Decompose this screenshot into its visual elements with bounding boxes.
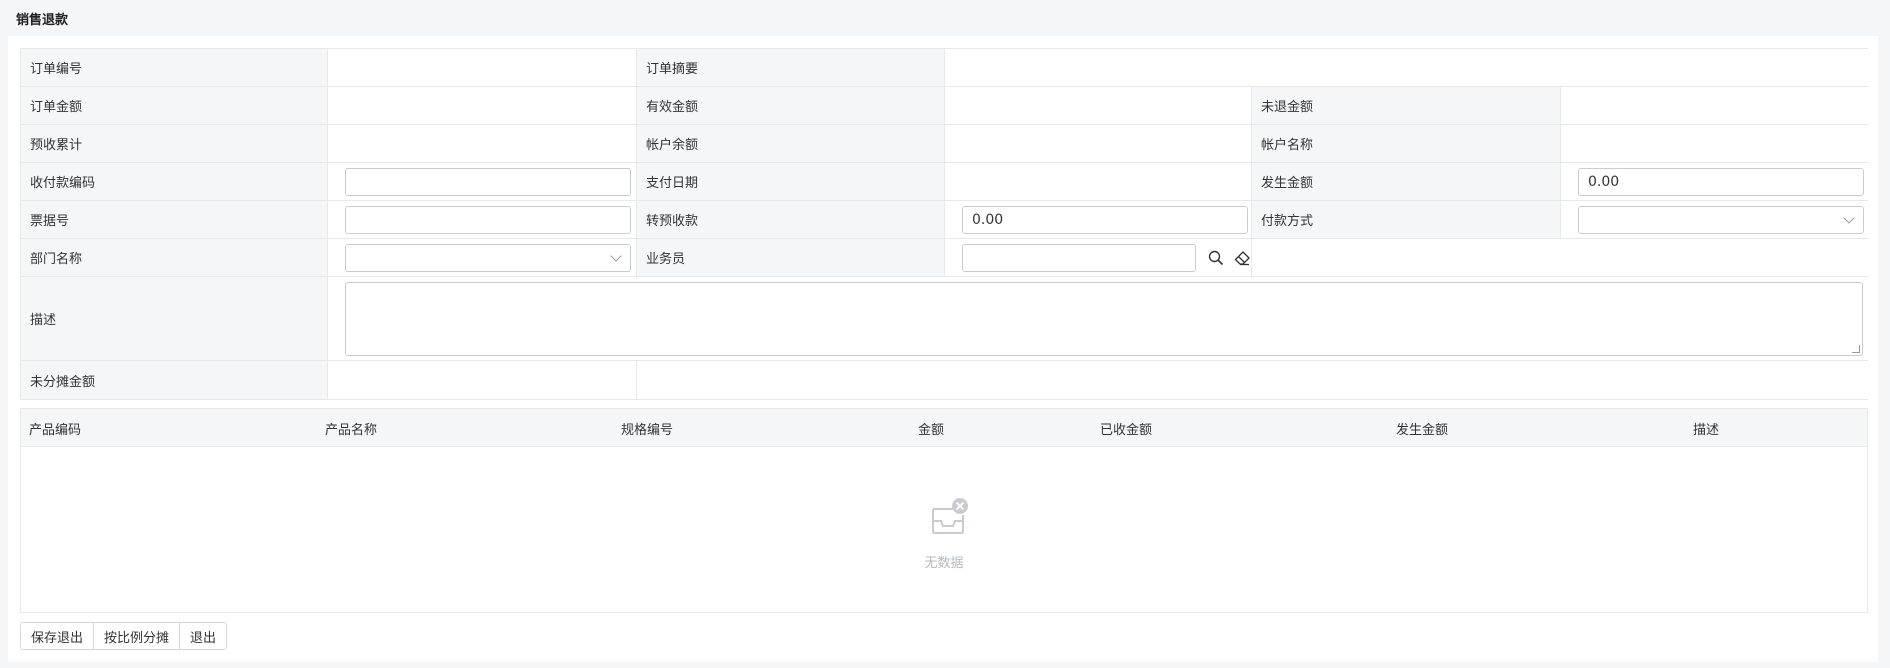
- empty-state: 无数据: [21, 447, 1867, 613]
- chevron-down-icon: [1843, 212, 1855, 224]
- account-balance-label: 帐户余额: [637, 125, 945, 162]
- salesman-label: 业务员: [637, 239, 945, 276]
- unallocated-value: [328, 361, 637, 399]
- prepaid-total-label: 预收累计: [21, 125, 328, 162]
- department-cell: [328, 239, 637, 276]
- occur-amount-label: 发生金额: [1252, 163, 1561, 200]
- department-select[interactable]: [345, 244, 631, 272]
- account-name-value: [1561, 125, 1869, 162]
- payment-method-select[interactable]: [1578, 206, 1864, 234]
- column-header[interactable]: 发生金额: [1396, 419, 1448, 438]
- empty-cell: [1252, 239, 1869, 276]
- form-row: 描述: [21, 277, 1869, 361]
- search-icon[interactable]: [1206, 248, 1226, 268]
- salesman-input[interactable]: [962, 244, 1196, 272]
- form-row: 订单编号 订单摘要: [21, 49, 1869, 87]
- eraser-icon[interactable]: [1232, 248, 1252, 268]
- action-buttons: 保存退出 按比例分摊 退出: [20, 622, 228, 650]
- column-header[interactable]: 金额: [918, 419, 944, 438]
- page-title: 销售退款: [16, 13, 69, 28]
- transfer-prepaid-label: 转预收款: [637, 201, 945, 238]
- transfer-prepaid-cell: 0.00: [945, 201, 1252, 238]
- column-header[interactable]: 已收金额: [1100, 419, 1152, 438]
- valid-amount-value: [945, 87, 1252, 124]
- order-no-value: [328, 49, 637, 86]
- grid-header: 产品编码 产品名称 规格编号 金额 已收金额 发生金额 描述: [21, 409, 1867, 447]
- account-name-label: 帐户名称: [1252, 125, 1561, 162]
- occur-amount-input[interactable]: 0.00: [1578, 168, 1864, 196]
- exit-button[interactable]: 退出: [179, 622, 228, 650]
- title-bar: 销售退款: [0, 0, 1890, 34]
- bill-no-input[interactable]: [345, 206, 631, 234]
- payment-method-label: 付款方式: [1252, 201, 1561, 238]
- form-row: 订单金额 有效金额 未退金额: [21, 87, 1869, 125]
- column-header[interactable]: 规格编号: [621, 419, 673, 438]
- transfer-prepaid-input[interactable]: 0.00: [962, 206, 1248, 234]
- order-summary-label: 订单摘要: [637, 49, 945, 86]
- bill-no-label: 票据号: [21, 201, 328, 238]
- payment-date-label: 支付日期: [637, 163, 945, 200]
- prepaid-total-value: [328, 125, 637, 162]
- refund-form: 订单编号 订单摘要 订单金额 有效金额 未退金额 预收累计 帐户余额 帐户名称 …: [20, 48, 1869, 400]
- save-exit-button[interactable]: 保存退出: [20, 622, 95, 650]
- payment-date-value[interactable]: [945, 163, 1252, 200]
- empty-cell: [637, 361, 1869, 399]
- description-label: 描述: [21, 277, 328, 360]
- empty-text: 无数据: [924, 556, 964, 571]
- unrefunded-amount-label: 未退金额: [1252, 87, 1561, 124]
- empty-inbox-icon: [932, 498, 968, 534]
- description-cell: [328, 277, 1869, 360]
- order-amount-label: 订单金额: [21, 87, 328, 124]
- order-amount-value: [328, 87, 637, 124]
- department-label: 部门名称: [21, 239, 328, 276]
- unallocated-label: 未分摊金额: [21, 361, 328, 399]
- order-summary-value: [945, 49, 1869, 86]
- payment-code-cell: [328, 163, 637, 200]
- form-row: 部门名称 业务员: [21, 239, 1869, 277]
- payment-method-cell: [1561, 201, 1869, 238]
- payment-code-label: 收付款编码: [21, 163, 328, 200]
- form-row: 票据号 转预收款 0.00 付款方式: [21, 201, 1869, 239]
- form-row: 未分摊金额: [21, 361, 1869, 399]
- column-header[interactable]: 产品编码: [29, 419, 81, 438]
- occur-amount-cell: 0.00: [1561, 163, 1869, 200]
- account-balance-value: [945, 125, 1252, 162]
- valid-amount-label: 有效金额: [637, 87, 945, 124]
- form-row: 收付款编码 支付日期 发生金额 0.00: [21, 163, 1869, 201]
- description-textarea[interactable]: [345, 282, 1863, 356]
- unrefunded-amount-value: [1561, 87, 1869, 124]
- chevron-down-icon: [610, 250, 622, 262]
- resize-handle-icon[interactable]: [1852, 345, 1860, 353]
- column-header[interactable]: 描述: [1693, 419, 1719, 438]
- product-grid: 产品编码 产品名称 规格编号 金额 已收金额 发生金额 描述 无数据: [20, 408, 1868, 613]
- allocate-by-ratio-button[interactable]: 按比例分摊: [93, 622, 181, 650]
- payment-code-input[interactable]: [345, 168, 631, 196]
- order-no-label: 订单编号: [21, 49, 328, 86]
- column-header[interactable]: 产品名称: [325, 419, 377, 438]
- form-row: 预收累计 帐户余额 帐户名称: [21, 125, 1869, 163]
- bill-no-cell: [328, 201, 637, 238]
- salesman-cell: [945, 239, 1252, 276]
